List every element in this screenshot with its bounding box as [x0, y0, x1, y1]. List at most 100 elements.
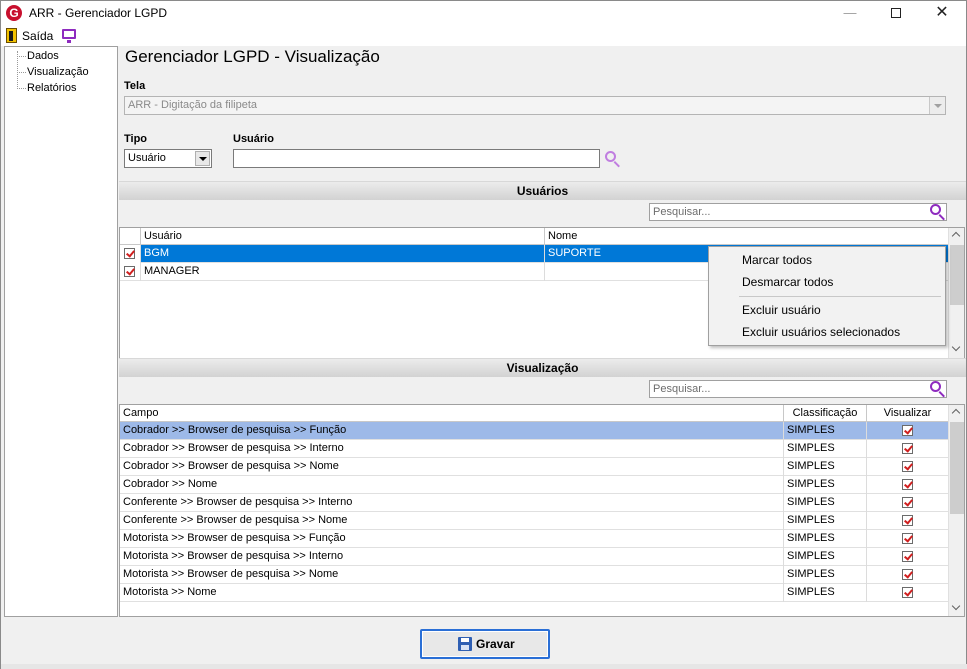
minimize-button[interactable]: —: [827, 1, 873, 25]
menu-item-desmarcar-todos[interactable]: Desmarcar todos: [742, 275, 833, 289]
tree-item-dados[interactable]: Dados: [27, 50, 59, 62]
table-row[interactable]: Cobrador >> Nome SIMPLES: [120, 476, 948, 494]
scroll-thumb[interactable]: [950, 245, 964, 305]
table-row[interactable]: Cobrador >> Browser de pesquisa >> Inter…: [120, 440, 948, 458]
app-window: G ARR - Gerenciador LGPD — ✕ Saída Dados…: [0, 0, 967, 669]
view-grid-header: Campo Classificação Visualizar: [120, 405, 948, 422]
table-row[interactable]: Cobrador >> Browser de pesquisa >> Funçã…: [120, 422, 948, 440]
maximize-button[interactable]: [873, 1, 919, 25]
visualizar-checkbox[interactable]: [902, 461, 913, 472]
cell-visualizar: [867, 584, 948, 602]
column-header-classificacao[interactable]: Classificação: [784, 405, 867, 422]
cell-classificacao: SIMPLES: [784, 494, 867, 512]
visualizar-checkbox[interactable]: [902, 497, 913, 508]
view-grid-scrollbar[interactable]: [948, 405, 964, 616]
search-icon[interactable]: [604, 150, 622, 168]
table-row[interactable]: Motorista >> Browser de pesquisa >> Funç…: [120, 530, 948, 548]
visualizar-checkbox[interactable]: [902, 569, 913, 580]
row-checkbox-cell: [120, 245, 141, 263]
tela-select: ARR - Digitação da filipeta: [124, 96, 946, 115]
visualizar-checkbox[interactable]: [902, 443, 913, 454]
cell-visualizar: [867, 458, 948, 476]
maximize-icon: [891, 8, 901, 18]
cell-visualizar: [867, 440, 948, 458]
exit-menu-label: Saída: [22, 29, 54, 43]
cell-campo: Conferente >> Browser de pesquisa >> Int…: [120, 494, 784, 512]
scroll-down-icon[interactable]: [949, 341, 964, 357]
menu-item-excluir-usuario[interactable]: Excluir usuário: [742, 303, 821, 317]
page-title: Gerenciador LGPD - Visualização: [125, 47, 380, 66]
column-header-visualizar[interactable]: Visualizar: [867, 405, 948, 422]
tree-connector: [17, 88, 26, 89]
cell-classificacao: SIMPLES: [784, 566, 867, 584]
view-search-input[interactable]: Pesquisar...: [649, 380, 947, 398]
cell-visualizar: [867, 566, 948, 584]
close-button[interactable]: ✕: [919, 1, 965, 25]
tipo-select[interactable]: Usuário: [124, 149, 212, 168]
visualizar-checkbox[interactable]: [902, 479, 913, 490]
table-row[interactable]: Motorista >> Browser de pesquisa >> Inte…: [120, 548, 948, 566]
chevron-down-icon[interactable]: [195, 151, 210, 166]
cell-campo: Cobrador >> Nome: [120, 476, 784, 494]
users-grid-scrollbar[interactable]: [948, 228, 964, 358]
floppy-disk-icon: [458, 637, 472, 651]
taskbar-edge: [1, 664, 967, 669]
tree-item-visualizacao[interactable]: Visualização: [27, 66, 89, 78]
table-row[interactable]: Conferente >> Browser de pesquisa >> Int…: [120, 494, 948, 512]
visualizar-checkbox[interactable]: [902, 515, 913, 526]
view-grid: Campo Classificação Visualizar Cobrador …: [119, 404, 965, 617]
column-header-usuario[interactable]: Usuário: [141, 228, 545, 245]
scroll-up-icon[interactable]: [949, 405, 964, 421]
tela-label: Tela: [124, 80, 146, 92]
cell-visualizar: [867, 494, 948, 512]
cell-campo: Cobrador >> Browser de pesquisa >> Funçã…: [120, 422, 784, 440]
users-grid-header: Usuário Nome: [120, 228, 948, 245]
exit-door-icon: [6, 28, 17, 43]
table-row[interactable]: Cobrador >> Browser de pesquisa >> Nome S…: [120, 458, 948, 476]
view-section-header: Visualização: [119, 358, 966, 377]
search-icon[interactable]: [929, 380, 947, 398]
cell-classificacao: SIMPLES: [784, 458, 867, 476]
cell-usuario: MANAGER: [141, 263, 545, 281]
tree-item-relatorios[interactable]: Relatórios: [27, 82, 77, 94]
cell-campo: Motorista >> Browser de pesquisa >> Inte…: [120, 548, 784, 566]
monitor-icon[interactable]: [62, 29, 76, 43]
cell-visualizar: [867, 476, 948, 494]
menu-item-excluir-selecionados[interactable]: Excluir usuários selecionados: [742, 325, 900, 339]
checkbox-column-header[interactable]: [120, 228, 141, 245]
cell-campo: Motorista >> Browser de pesquisa >> Nome: [120, 566, 784, 584]
cell-campo: Motorista >> Browser de pesquisa >> Funç…: [120, 530, 784, 548]
cell-classificacao: SIMPLES: [784, 440, 867, 458]
menu-item-marcar-todos[interactable]: Marcar todos: [742, 253, 812, 267]
visualizar-checkbox[interactable]: [902, 533, 913, 544]
scroll-up-icon[interactable]: [949, 228, 964, 244]
row-checkbox[interactable]: [124, 266, 135, 277]
usuario-input[interactable]: [233, 149, 600, 168]
cell-classificacao: SIMPLES: [784, 512, 867, 530]
visualizar-checkbox[interactable]: [902, 587, 913, 598]
visualizar-checkbox[interactable]: [902, 425, 913, 436]
column-header-campo[interactable]: Campo: [120, 405, 784, 422]
cell-campo: Motorista >> Nome: [120, 584, 784, 602]
cell-visualizar: [867, 422, 948, 440]
exit-menu-item[interactable]: Saída: [1, 25, 57, 46]
cell-classificacao: SIMPLES: [784, 584, 867, 602]
scroll-down-icon[interactable]: [949, 600, 964, 616]
cell-usuario: BGM: [141, 245, 545, 263]
navigation-tree: Dados Visualização Relatórios: [4, 46, 118, 617]
table-row[interactable]: Motorista >> Nome SIMPLES: [120, 584, 948, 602]
cell-classificacao: SIMPLES: [784, 530, 867, 548]
title-bar[interactable]: G ARR - Gerenciador LGPD — ✕: [1, 1, 966, 25]
visualizar-checkbox[interactable]: [902, 551, 913, 562]
column-header-nome[interactable]: Nome: [545, 228, 948, 245]
row-checkbox-cell: [120, 263, 141, 281]
save-button[interactable]: Gravar: [420, 629, 550, 659]
users-search-input[interactable]: Pesquisar...: [649, 203, 947, 221]
scroll-thumb[interactable]: [950, 422, 964, 514]
table-row[interactable]: Conferente >> Browser de pesquisa >> Nom…: [120, 512, 948, 530]
table-row[interactable]: Motorista >> Browser de pesquisa >> Nome…: [120, 566, 948, 584]
save-button-label: Gravar: [476, 637, 515, 651]
search-icon[interactable]: [929, 203, 947, 221]
row-checkbox[interactable]: [124, 248, 135, 259]
tipo-select-value: Usuário: [128, 152, 166, 164]
